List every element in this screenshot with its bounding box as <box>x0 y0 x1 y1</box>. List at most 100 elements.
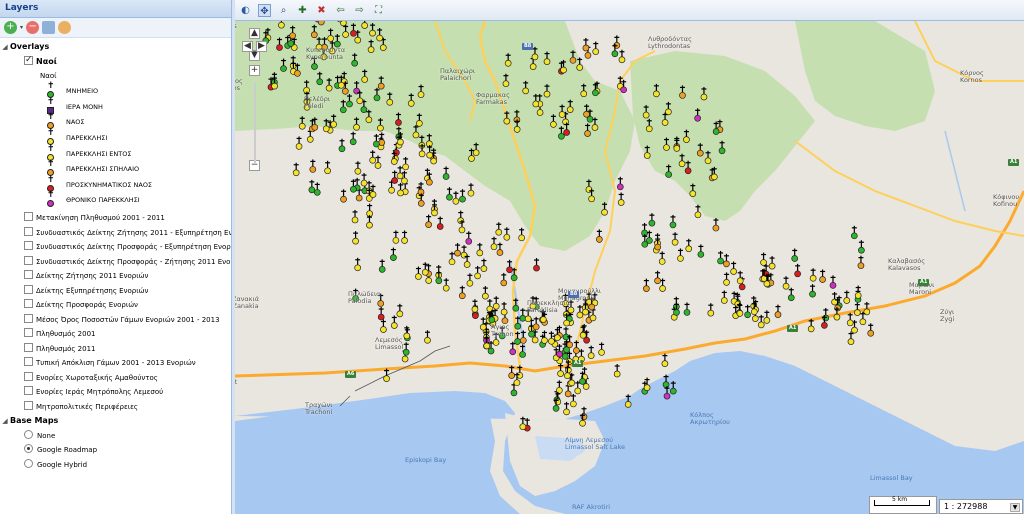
church-marker-icon[interactable] <box>846 312 854 327</box>
church-marker-icon[interactable] <box>459 189 466 203</box>
church-marker-icon[interactable] <box>426 145 433 159</box>
layer-checkbox[interactable] <box>24 270 33 280</box>
church-marker-icon[interactable] <box>760 252 767 266</box>
layer-checkbox[interactable] <box>24 357 33 367</box>
overlay-layer[interactable]: Δείκτης Προσφοράς Ενοριών <box>0 298 231 313</box>
church-marker-icon[interactable] <box>730 261 737 275</box>
pan-left-icon[interactable]: ◀ <box>242 41 253 52</box>
overlay-layer[interactable]: Μέσος Όρος Ποσοστών Γάμων Ενοριών 2001 -… <box>0 313 231 328</box>
church-marker-icon[interactable] <box>366 215 373 229</box>
church-marker-icon[interactable] <box>857 255 865 270</box>
church-marker-icon[interactable] <box>643 278 650 292</box>
church-marker-icon[interactable] <box>480 258 488 272</box>
layer-checkbox[interactable] <box>24 313 33 323</box>
basemap-radio[interactable] <box>24 444 33 454</box>
church-marker-icon[interactable] <box>392 230 400 244</box>
church-marker-icon[interactable] <box>402 156 409 171</box>
overlay-layer[interactable]: Μητροπολιτικές Περιφέρειες <box>0 400 231 415</box>
church-marker-icon[interactable] <box>454 243 461 257</box>
church-marker-icon[interactable] <box>442 278 450 292</box>
layer-checkbox[interactable] <box>24 328 33 338</box>
church-marker-icon[interactable] <box>782 276 790 290</box>
church-marker-icon[interactable] <box>401 230 408 244</box>
church-marker-icon[interactable] <box>646 230 653 244</box>
church-marker-icon[interactable] <box>787 287 795 302</box>
church-marker-icon[interactable] <box>548 331 555 345</box>
church-marker-icon[interactable] <box>467 183 475 197</box>
palette-icon[interactable] <box>58 21 72 34</box>
church-marker-icon[interactable] <box>317 21 325 26</box>
church-marker-icon[interactable] <box>500 272 508 287</box>
church-marker-icon[interactable] <box>458 219 466 234</box>
church-marker-icon[interactable] <box>369 150 377 164</box>
church-marker-icon[interactable] <box>822 307 830 322</box>
church-marker-icon[interactable] <box>669 214 677 229</box>
church-marker-icon[interactable] <box>465 231 473 245</box>
church-marker-icon[interactable] <box>859 311 867 326</box>
church-marker-icon[interactable] <box>809 268 817 282</box>
naoi-checkbox[interactable] <box>24 55 33 67</box>
church-marker-icon[interactable] <box>613 364 621 378</box>
church-marker-icon[interactable] <box>391 170 399 184</box>
collapse-triangle-icon[interactable]: ◢ <box>0 414 10 429</box>
church-marker-icon[interactable] <box>496 242 504 256</box>
overlay-layer[interactable]: Ενορίες Ιεράς Μητρόπολης Λεμεσού <box>0 385 231 400</box>
overlay-layer[interactable]: Συνδυαστικός Δείκτης Προσφοράς - Εξυπηρέ… <box>0 240 231 255</box>
church-marker-icon[interactable] <box>847 331 855 345</box>
church-marker-icon[interactable] <box>509 341 517 356</box>
scale-selector[interactable]: 1 : 272988 ▼ <box>939 499 1023 514</box>
church-marker-icon[interactable] <box>573 340 580 354</box>
church-marker-icon[interactable] <box>390 315 398 329</box>
church-marker-icon[interactable] <box>463 254 471 268</box>
church-marker-icon[interactable] <box>402 342 410 356</box>
church-marker-icon[interactable] <box>854 285 862 299</box>
church-marker-icon[interactable] <box>720 290 728 304</box>
church-marker-icon[interactable] <box>809 284 816 298</box>
church-marker-icon[interactable] <box>466 273 474 287</box>
zoom-in-icon[interactable]: ✚ <box>296 4 309 17</box>
church-marker-icon[interactable] <box>532 316 540 331</box>
church-marker-icon[interactable] <box>587 345 595 359</box>
church-marker-icon[interactable] <box>492 296 500 310</box>
layer-checkbox[interactable] <box>24 212 33 222</box>
church-marker-icon[interactable] <box>794 263 801 278</box>
overlay-layer[interactable]: Πληθυσμός 2011 <box>0 342 231 357</box>
zoom-plus-button[interactable]: + <box>249 65 260 76</box>
church-marker-icon[interactable] <box>843 290 851 304</box>
zoom-out-icon[interactable]: ✖ <box>315 4 328 17</box>
church-marker-icon[interactable] <box>555 380 563 394</box>
church-marker-icon[interactable] <box>519 330 527 344</box>
church-marker-icon[interactable] <box>723 253 730 268</box>
church-marker-icon[interactable] <box>308 179 316 194</box>
overlay-layer[interactable]: Δείκτης Ζήτησης 2011 Ενοριών <box>0 269 231 284</box>
church-marker-icon[interactable] <box>474 265 481 280</box>
church-marker-icon[interactable] <box>576 305 584 319</box>
church-marker-icon[interactable] <box>354 161 362 175</box>
wrench-icon[interactable] <box>42 21 56 34</box>
globe-icon[interactable]: ◐ <box>239 4 252 17</box>
church-marker-icon[interactable] <box>723 272 730 286</box>
church-marker-icon[interactable] <box>694 204 702 219</box>
church-marker-icon[interactable] <box>397 182 404 197</box>
church-marker-icon[interactable] <box>774 304 782 318</box>
church-marker-icon[interactable] <box>712 218 720 232</box>
church-marker-icon[interactable] <box>446 187 453 201</box>
church-marker-icon[interactable] <box>482 286 489 300</box>
church-marker-icon[interactable] <box>763 310 771 324</box>
church-marker-icon[interactable] <box>661 353 669 367</box>
church-marker-icon[interactable] <box>360 173 368 187</box>
church-marker-icon[interactable] <box>707 303 715 317</box>
forward-icon[interactable]: ⇨ <box>353 4 366 17</box>
full-extent-icon[interactable]: ⛶ <box>372 4 385 17</box>
church-marker-icon[interactable] <box>850 225 858 240</box>
church-marker-icon[interactable] <box>658 251 666 265</box>
church-marker-icon[interactable] <box>858 240 865 254</box>
church-marker-icon[interactable] <box>349 131 357 146</box>
church-marker-icon[interactable] <box>533 258 540 272</box>
church-marker-icon[interactable] <box>338 138 346 153</box>
overlays-node[interactable]: ◢ Overlays <box>0 40 231 55</box>
church-marker-icon[interactable] <box>354 257 362 272</box>
church-marker-icon[interactable] <box>791 248 799 262</box>
church-marker-icon[interactable] <box>390 247 397 261</box>
church-marker-icon[interactable] <box>697 244 705 258</box>
